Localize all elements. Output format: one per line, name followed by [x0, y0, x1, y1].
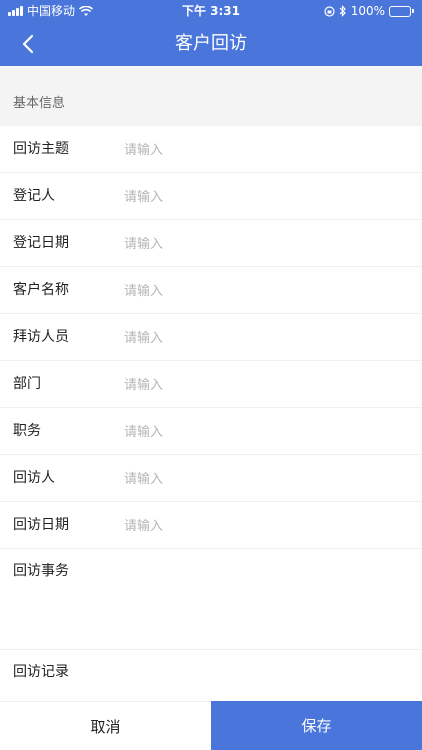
battery-label: 100% [350, 4, 385, 18]
form-row-registrant: 登记人 [0, 173, 422, 220]
orientation-lock-icon [324, 5, 335, 17]
form-row-visitor: 拜访人员 [0, 314, 422, 361]
field-label: 客户名称 [13, 282, 69, 298]
field-label: 回访记录 [13, 664, 69, 680]
form-row-position: 职务 [0, 408, 422, 455]
field-label: 登记人 [13, 188, 55, 204]
field-label: 拜访人员 [13, 329, 69, 345]
matters-textarea[interactable] [124, 561, 404, 641]
bluetooth-icon [339, 5, 346, 17]
nav-bar: 客户回访 [0, 22, 422, 66]
form-row-matters: 回访事务 [0, 549, 422, 650]
position-input[interactable] [124, 420, 404, 444]
form-row-register-date: 登记日期 [0, 220, 422, 267]
registrant-input[interactable] [124, 185, 404, 209]
field-label: 部门 [13, 376, 41, 392]
page-title: 客户回访 [175, 33, 247, 54]
field-label: 回访人 [13, 470, 55, 486]
form-row-record: 回访记录 [0, 650, 422, 690]
field-label: 回访事务 [13, 563, 69, 579]
register-date-input[interactable] [124, 232, 404, 256]
field-label: 登记日期 [13, 235, 69, 251]
save-button[interactable]: 保存 [211, 701, 422, 750]
form-row-department: 部门 [0, 361, 422, 408]
status-bar: 中国移动 下午 3:31 100% [0, 0, 422, 22]
status-right: 100% [324, 0, 414, 22]
section-header: 基本信息 [0, 66, 422, 126]
battery-icon [389, 5, 414, 17]
cancel-button[interactable]: 取消 [0, 701, 211, 750]
form-row-customer-name: 客户名称 [0, 267, 422, 314]
form-row-revisitor: 回访人 [0, 455, 422, 502]
revisitor-input[interactable] [124, 467, 404, 491]
header: 中国移动 下午 3:31 100% 客户回访 [0, 0, 422, 66]
revisit-date-input[interactable] [124, 514, 404, 538]
field-label: 回访主题 [13, 141, 69, 157]
bottom-action-bar: 取消 保存 [0, 701, 422, 750]
topic-input[interactable] [124, 138, 404, 162]
customer-name-input[interactable] [124, 279, 404, 303]
visit-form: 回访主题 登记人 登记日期 客户名称 拜访人员 部门 职务 回访人 回访日期 回… [0, 126, 422, 690]
form-row-topic: 回访主题 [0, 126, 422, 173]
department-input[interactable] [124, 373, 404, 397]
field-label: 职务 [13, 423, 41, 439]
visitor-input[interactable] [124, 326, 404, 350]
form-row-revisit-date: 回访日期 [0, 502, 422, 549]
field-label: 回访日期 [13, 517, 69, 533]
